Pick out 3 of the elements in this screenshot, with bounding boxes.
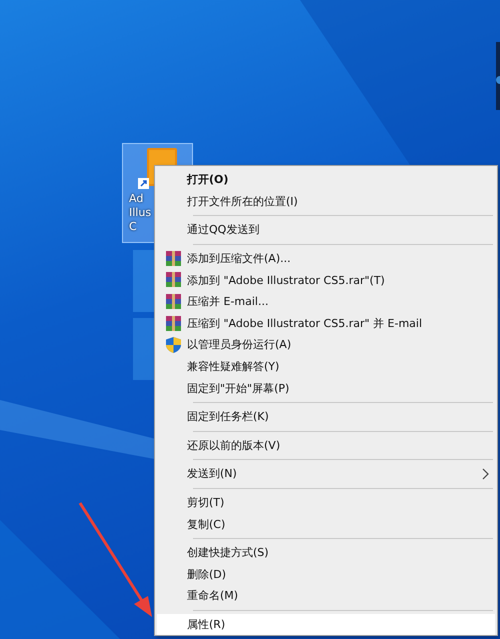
icon-label: C [128,220,137,234]
icon-label: Illus [128,206,152,220]
icon-label: Ad [128,192,144,206]
